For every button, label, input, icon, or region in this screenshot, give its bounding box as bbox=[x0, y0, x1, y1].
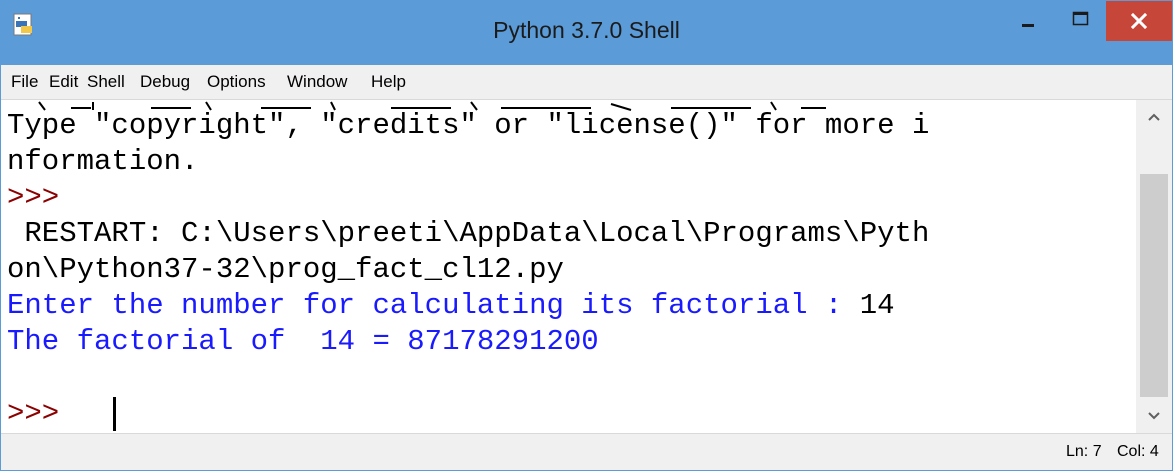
status-bar: Ln: 7 Col: 4 bbox=[1, 433, 1172, 470]
scroll-down-button[interactable] bbox=[1136, 399, 1172, 433]
title-bar[interactable]: Python 3.7.0 Shell bbox=[1, 1, 1172, 65]
idle-shell-window: Python 3.7.0 Shell File Edit Shell Debug… bbox=[0, 0, 1173, 471]
shell-text-area[interactable]: Type "copyright", "credits" or "license(… bbox=[1, 100, 1136, 433]
shell-line: nformation. bbox=[7, 145, 199, 178]
input-prompt-line: Enter the number for calculating its fac… bbox=[7, 289, 895, 323]
chevron-up-icon bbox=[1148, 113, 1160, 121]
menu-shell[interactable]: Shell bbox=[87, 72, 125, 92]
scroll-thumb[interactable] bbox=[1140, 174, 1168, 397]
restart-path-line: on\Python37-32\prog_fact_cl12.py bbox=[7, 253, 564, 286]
menu-file[interactable]: File bbox=[11, 72, 38, 92]
menu-bar: File Edit Shell Debug Options Window Hel… bbox=[1, 65, 1172, 100]
factorial-result-line: The factorial of 14 = 87178291200 bbox=[7, 325, 599, 358]
minimize-button[interactable] bbox=[1002, 1, 1054, 39]
close-icon bbox=[1130, 12, 1148, 30]
menu-options[interactable]: Options bbox=[207, 72, 266, 92]
restart-line: RESTART: C:\Users\preeti\AppData\Local\P… bbox=[7, 217, 930, 250]
menu-help[interactable]: Help bbox=[371, 72, 406, 92]
shell-prompt: >>> bbox=[7, 181, 60, 214]
text-cursor bbox=[113, 397, 116, 431]
input-prompt-text: Enter the number for calculating its fac… bbox=[7, 289, 860, 322]
vertical-scrollbar[interactable] bbox=[1136, 100, 1172, 433]
menu-debug[interactable]: Debug bbox=[140, 72, 190, 92]
status-line-number: Ln: 7 bbox=[1066, 443, 1102, 460]
shell-prompt: >>> bbox=[7, 397, 77, 430]
status-column-number: Col: 4 bbox=[1117, 443, 1159, 460]
menu-edit[interactable]: Edit bbox=[49, 72, 78, 92]
maximize-icon bbox=[1072, 11, 1089, 26]
user-input-value: 14 bbox=[859, 289, 895, 322]
shell-line: Type "copyright", "credits" or "license(… bbox=[7, 109, 930, 142]
scroll-up-button[interactable] bbox=[1136, 100, 1172, 134]
chevron-down-icon bbox=[1148, 412, 1160, 420]
menu-window[interactable]: Window bbox=[287, 72, 347, 92]
minimize-icon bbox=[1022, 24, 1034, 27]
close-button[interactable] bbox=[1106, 1, 1172, 41]
maximize-button[interactable] bbox=[1054, 1, 1106, 39]
window-title: Python 3.7.0 Shell bbox=[493, 17, 680, 43]
